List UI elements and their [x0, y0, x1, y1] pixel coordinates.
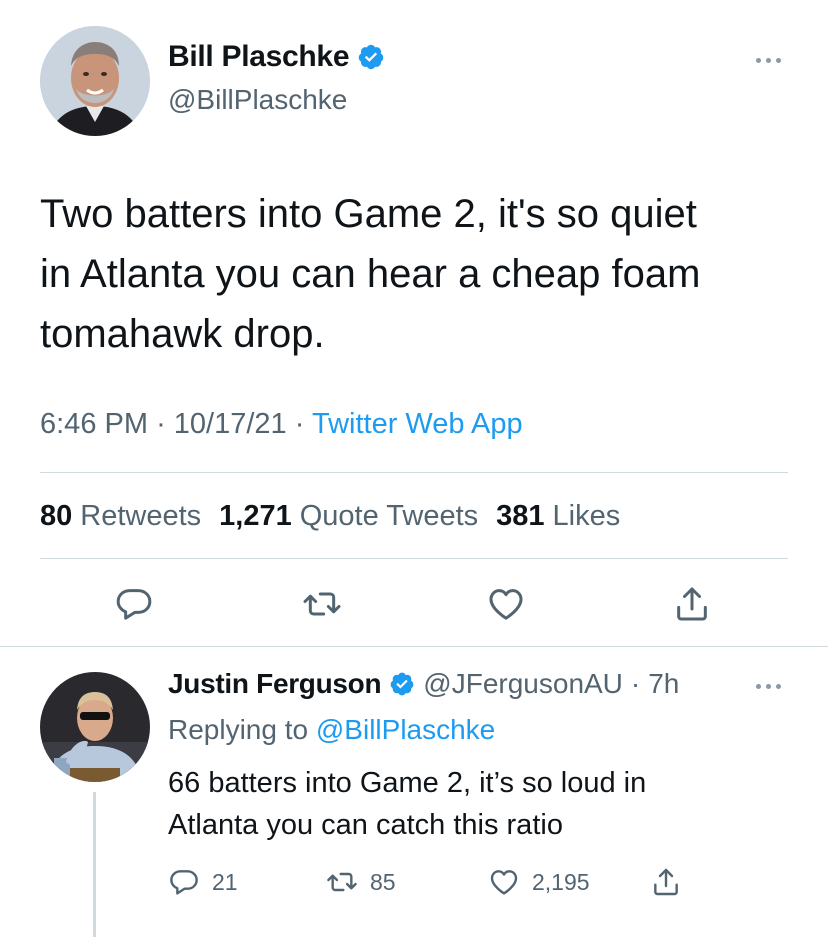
- verified-badge-icon: [389, 671, 415, 697]
- reply-time[interactable]: 7h: [648, 668, 679, 700]
- quote-tweets-label: Quote Tweets: [299, 500, 479, 532]
- retweets-stat[interactable]: 80 Retweets: [40, 500, 201, 533]
- tweet-text: Two batters into Game 2, it's so quiet i…: [40, 192, 701, 356]
- retweet-icon: [327, 872, 357, 892]
- tweet-meta: 6:46 PM · 10/17/21 · Twitter Web App: [40, 408, 523, 441]
- heart-icon: [489, 589, 523, 620]
- divider: [40, 472, 788, 473]
- retweet-icon: [303, 592, 341, 616]
- reply-text: 66 batters into Game 2, it’s so loud in …: [168, 767, 647, 841]
- reply-icon: [116, 589, 152, 620]
- reply-icon: [170, 870, 198, 895]
- reply-like-button[interactable]: 2,195: [488, 866, 590, 898]
- meta-separator: ·: [156, 408, 166, 440]
- reply-reply-button[interactable]: 21: [168, 866, 238, 898]
- share-icon: [654, 868, 678, 896]
- reply-retweet-button[interactable]: 85: [326, 866, 396, 898]
- likes-label: Likes: [552, 500, 621, 532]
- quote-tweets-stat[interactable]: 1,271 Quote Tweets: [219, 500, 478, 533]
- author-display-name[interactable]: Bill Plaschke: [168, 40, 350, 74]
- replying-to-mention[interactable]: @BillPlaschke: [316, 714, 495, 745]
- divider: [40, 558, 788, 559]
- reply-reply-count: 21: [212, 868, 238, 895]
- replying-prefix: Replying to: [168, 714, 309, 745]
- quote-tweets-count: 1,271: [219, 500, 292, 532]
- share-icon: [677, 587, 707, 621]
- likes-stat[interactable]: 381 Likes: [496, 500, 620, 533]
- reply-author-avatar[interactable]: [40, 672, 150, 782]
- main-tweet: Bill Plaschke @BillPlaschke Two batters …: [0, 0, 828, 646]
- share-button[interactable]: [668, 580, 716, 628]
- retweets-count: 80: [40, 500, 73, 532]
- retweets-label: Retweets: [80, 500, 202, 532]
- verified-badge-icon: [357, 43, 385, 71]
- meta-separator: ·: [294, 408, 305, 440]
- more-dots-icon[interactable]: [748, 676, 788, 696]
- reply-share-button[interactable]: [650, 866, 682, 898]
- tweet-stats: 80 Retweets 1,271 Quote Tweets 381 Likes: [40, 500, 620, 533]
- like-button[interactable]: [482, 580, 530, 628]
- author-handle[interactable]: @BillPlaschke: [168, 84, 347, 116]
- retweet-button[interactable]: [298, 580, 346, 628]
- reply-separator: ·: [630, 668, 641, 699]
- tweet-time[interactable]: 6:46 PM: [40, 408, 148, 440]
- reply-author-handle[interactable]: @JFergusonAU: [423, 668, 623, 700]
- replying-to: Replying to @BillPlaschke: [168, 714, 495, 746]
- thread-line: [93, 792, 96, 937]
- tweet-date[interactable]: 10/17/21: [174, 408, 287, 440]
- author-name-row: Bill Plaschke: [168, 40, 385, 74]
- reply-author-row: Justin Ferguson @JFergusonAU · 7h: [168, 668, 679, 700]
- reply-button[interactable]: [110, 580, 158, 628]
- reply-like-count: 2,195: [532, 868, 590, 895]
- reply-retweet-count: 85: [370, 868, 396, 895]
- more-dots-icon[interactable]: [748, 50, 788, 70]
- section-divider: [0, 646, 828, 647]
- heart-icon: [490, 870, 518, 895]
- author-avatar[interactable]: [40, 26, 150, 136]
- likes-count: 381: [496, 500, 545, 532]
- tweet-source-link[interactable]: Twitter Web App: [312, 408, 523, 440]
- reply-author-display-name[interactable]: Justin Ferguson: [168, 668, 382, 700]
